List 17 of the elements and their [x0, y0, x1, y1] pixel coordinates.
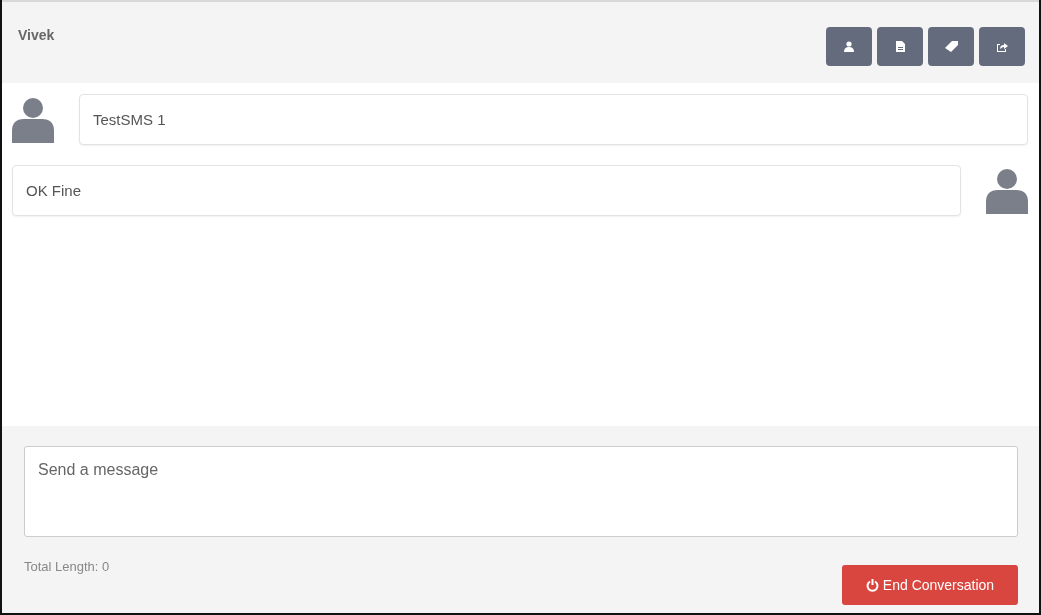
total-length: Total Length: 0	[24, 559, 110, 574]
avatar-icon	[986, 167, 1028, 214]
person-button[interactable]	[826, 27, 872, 66]
document-button[interactable]	[877, 27, 923, 66]
message-field[interactable]: Send a message	[24, 446, 1018, 537]
tag-button[interactable]	[928, 27, 974, 66]
share-icon	[996, 41, 1008, 52]
contact-name: Vivek	[18, 27, 55, 45]
power-icon	[865, 578, 879, 592]
avatar-icon	[12, 96, 54, 143]
share-button[interactable]	[979, 27, 1025, 66]
message-bubble: OK Fine	[12, 165, 961, 216]
message-bubble: TestSMS 1	[79, 94, 1028, 145]
document-icon	[895, 41, 905, 52]
end-conversation-button[interactable]: End Conversation	[842, 565, 1018, 605]
person-icon	[844, 41, 854, 52]
tag-icon	[944, 41, 958, 52]
